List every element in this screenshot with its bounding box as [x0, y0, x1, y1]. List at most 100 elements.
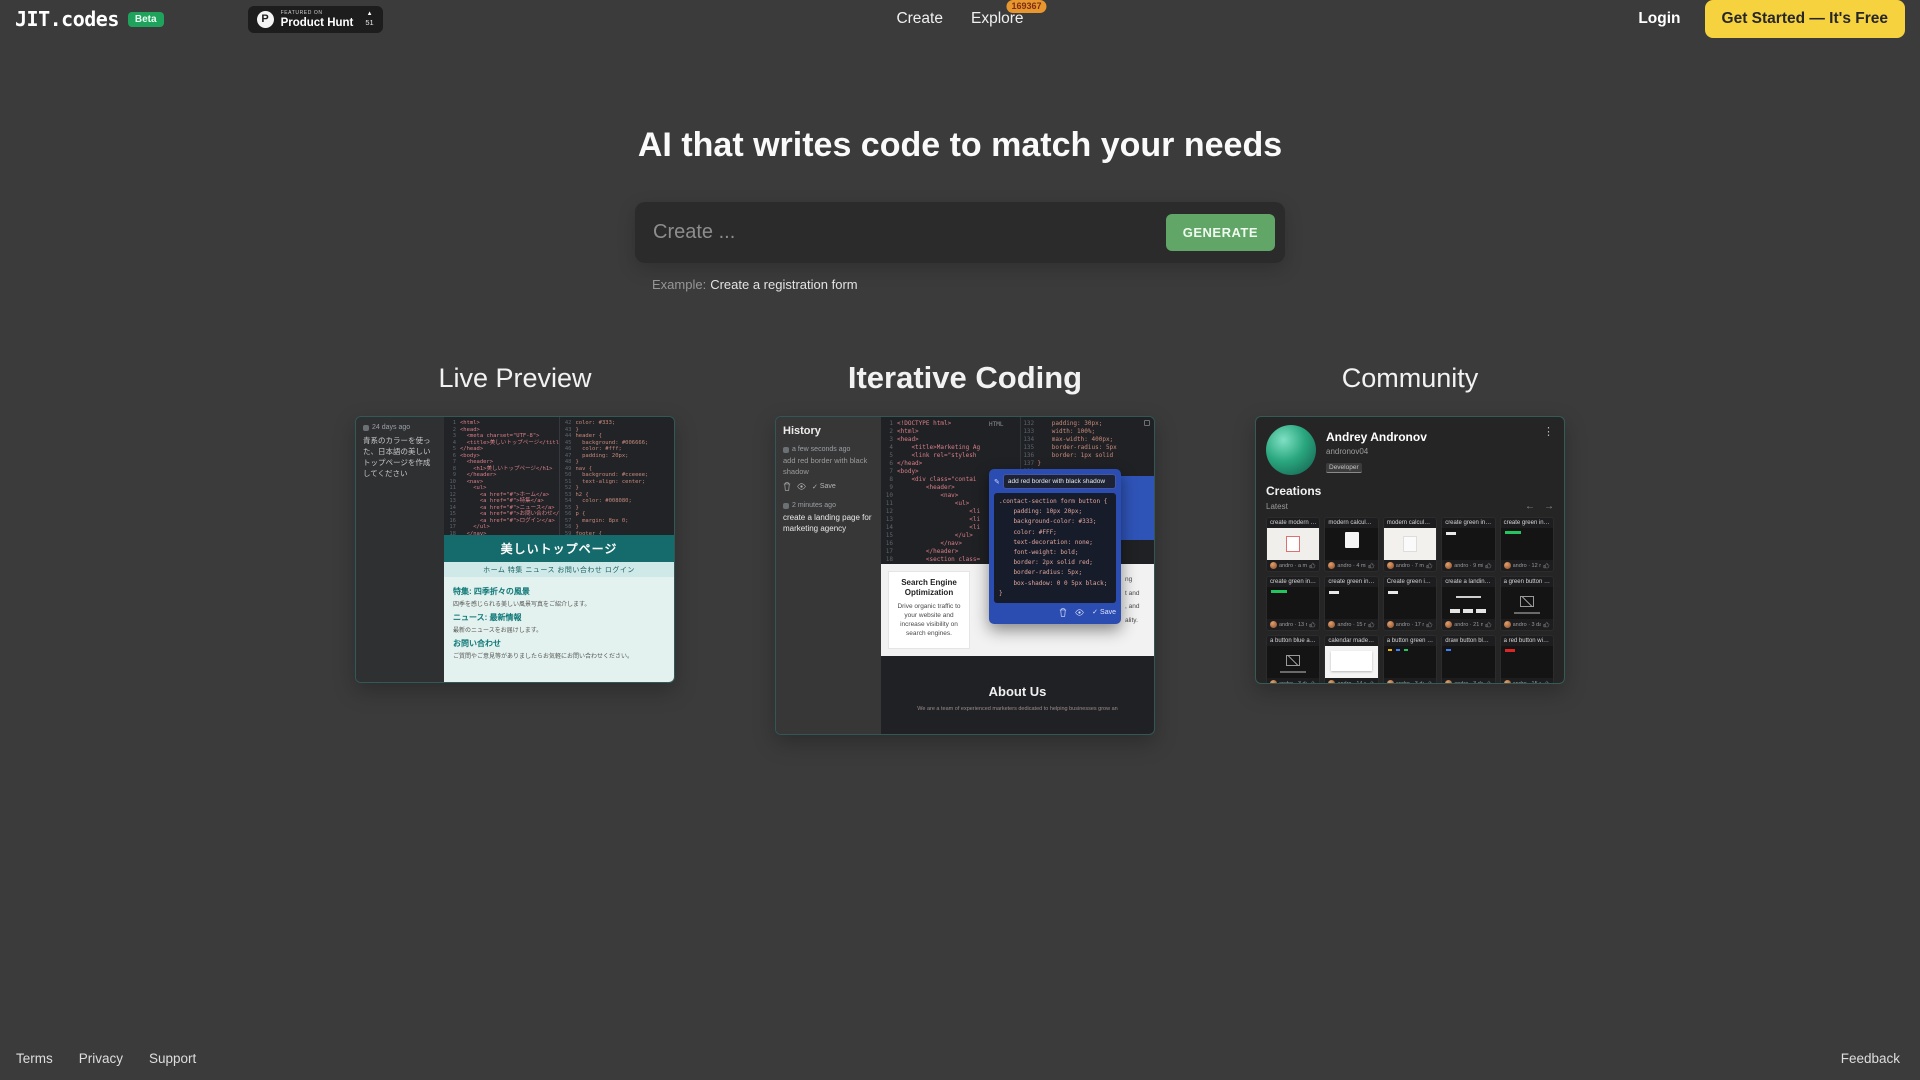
login-link[interactable]: Login — [1638, 10, 1680, 28]
creation-title: a red button with click a — [1501, 636, 1553, 646]
save-button[interactable]: ✓ Save — [812, 483, 836, 491]
avatar[interactable] — [1266, 425, 1316, 475]
prev-arrow-icon[interactable]: ← — [1525, 501, 1535, 512]
get-started-button[interactable]: Get Started — It's Free — [1705, 0, 1905, 38]
generate-button[interactable]: GENERATE — [1166, 214, 1275, 251]
creation-preview — [1442, 528, 1494, 560]
seo-card: Search Engine Optimization Drive organic… — [888, 571, 970, 649]
beta-badge: Beta — [128, 12, 164, 27]
creation-meta: andro · 3 days ago — [1396, 681, 1424, 685]
preview-page-nav: ホーム 特集 ニュース お問い合わせ ログイン — [444, 562, 674, 577]
like-icon[interactable] — [1485, 680, 1492, 684]
code-line: <a href="#">特集</a> — [444, 498, 559, 505]
creation-card[interactable]: a green button with neon andro · 3 days … — [1500, 576, 1554, 631]
like-icon[interactable] — [1485, 562, 1492, 569]
creation-preview — [1267, 587, 1319, 619]
footer-link[interactable]: Terms — [16, 1051, 53, 1066]
creation-card[interactable]: modern calculator andro · 7 minutes ago — [1383, 517, 1437, 572]
creation-card[interactable]: create modern calculator andro · a minut… — [1266, 517, 1320, 572]
history-panel: History a few seconds ago add red border… — [776, 417, 881, 734]
page-title: AI that writes code to match your needs — [0, 126, 1920, 165]
like-icon[interactable] — [1309, 680, 1316, 684]
creation-card[interactable]: modern calculator andro · 4 minutes ago — [1324, 517, 1378, 572]
footer-link[interactable]: Support — [149, 1051, 196, 1066]
preview-eye-icon[interactable] — [797, 483, 806, 490]
example-value[interactable]: Create a registration form — [710, 277, 857, 292]
avatar — [1387, 562, 1394, 569]
creation-preview — [1384, 646, 1436, 678]
footer-link[interactable]: Privacy — [79, 1051, 123, 1066]
text-fragment: ng — [1125, 573, 1151, 587]
like-icon[interactable] — [1426, 621, 1433, 628]
creation-card[interactable]: a red button with click a andro · 15 day… — [1500, 635, 1554, 684]
preview-section: お問い合わせ ご質問やご意見等がありましたらお気軽にお問い合わせください。 — [453, 638, 665, 660]
app-logo[interactable]: JIT.codes — [15, 7, 119, 31]
live-code-editor: <html><head> <meta charset="UTF-8"> <tit… — [444, 417, 674, 535]
creation-meta: andro · 14 days ago — [1337, 681, 1365, 685]
code-line: <link rel="stylesh — [881, 452, 1020, 460]
like-icon[interactable] — [1543, 680, 1550, 684]
dialog-code-block: .contact-section form button { padding: … — [994, 493, 1116, 603]
like-icon[interactable] — [1368, 621, 1375, 628]
creation-title: a button blue and click c — [1267, 636, 1319, 646]
avatar — [1270, 562, 1277, 569]
next-arrow-icon[interactable]: → — [1544, 501, 1554, 512]
product-hunt-badge[interactable]: P FEATURED ON Product Hunt ▲ 51 — [248, 6, 383, 33]
feedback-link[interactable]: Feedback — [1841, 1051, 1900, 1066]
like-icon[interactable] — [1368, 562, 1375, 569]
feature-iterative-coding: Iterative Coding History a few seconds a… — [775, 356, 1155, 735]
creation-card[interactable]: create green input andro · 13 minutes ag… — [1266, 576, 1320, 631]
creation-title: draw button blue get files — [1442, 636, 1494, 646]
html-code-column: <html><head> <meta charset="UTF-8"> <tit… — [444, 417, 559, 535]
creation-card[interactable]: a button blue and click c andro · 3 days… — [1266, 635, 1320, 684]
creation-preview — [1501, 646, 1553, 678]
creation-card[interactable]: Create green input andro · 17 minutes ag… — [1383, 576, 1437, 631]
delete-icon[interactable] — [1059, 608, 1067, 617]
main-nav: Create Explore 169367 — [896, 10, 1023, 28]
creation-card[interactable]: a button green rainbow andro · 3 days ag… — [1383, 635, 1437, 684]
like-icon[interactable] — [1368, 680, 1375, 684]
iterative-coding-screenshot: History a few seconds ago add red border… — [775, 416, 1155, 735]
feature-community: Community Andrey Andronov andronov04 Dev… — [1255, 356, 1565, 684]
creation-title: create modern calculator — [1267, 518, 1319, 528]
creation-card[interactable]: create green input andro · 12 minutes ag… — [1500, 517, 1554, 572]
delete-icon[interactable] — [783, 482, 791, 491]
history-item[interactable]: a few seconds ago add red border with bl… — [783, 446, 874, 491]
prompt-input[interactable] — [635, 221, 1166, 244]
kebab-menu-icon[interactable]: ⋮ — [1543, 425, 1554, 438]
like-icon[interactable] — [1309, 621, 1316, 628]
avatar — [1328, 621, 1335, 628]
creation-card[interactable]: create green input andro · 9 minutes ago — [1441, 517, 1495, 572]
community-screenshot: Andrey Andronov andronov04 Developer ⋮ C… — [1255, 416, 1565, 684]
code-line: border-radius: 5px — [1021, 444, 1154, 452]
header-actions: Login Get Started — It's Free — [1638, 0, 1905, 38]
creation-meta: andro · 9 minutes ago — [1454, 563, 1482, 569]
like-icon[interactable] — [1543, 562, 1550, 569]
code-line: padding: 10px 20px; — [999, 507, 1111, 517]
creation-meta: andro · 7 minutes ago — [1396, 563, 1424, 569]
creation-card[interactable]: create a landing page for andro · 21 min… — [1441, 576, 1495, 631]
code-line: padding: 30px; — [1021, 420, 1154, 428]
live-history-sidebar: 24 days ago 青系のカラーを使った、日本語の美しいトップページを作成し… — [356, 417, 444, 682]
text-fragment: t and — [1125, 587, 1151, 601]
history-item[interactable]: 2 minutes ago create a landing page for … — [783, 502, 874, 534]
preview-eye-icon[interactable] — [1075, 609, 1084, 616]
dialog-prompt-input[interactable]: add red border with black shadow — [1003, 474, 1116, 489]
creation-card[interactable]: calendar made in with of andro · 14 days… — [1324, 635, 1378, 684]
like-icon[interactable] — [1426, 562, 1433, 569]
upvote-icon[interactable]: ▲ — [367, 11, 373, 17]
creation-title: create green input — [1501, 518, 1553, 528]
creation-meta: andro · 13 minutes ago — [1279, 622, 1307, 628]
nav-create[interactable]: Create — [896, 10, 943, 28]
history-item-prompt: 青系のカラーを使った、日本語の美しいトップページを作成してください — [363, 436, 437, 480]
creation-card[interactable]: draw button blue get files andro · 3 day… — [1441, 635, 1495, 684]
editor-action-icon[interactable] — [1144, 420, 1150, 426]
creation-card[interactable]: create green input andro · 15 minutes ag… — [1324, 576, 1378, 631]
like-icon[interactable] — [1485, 621, 1492, 628]
save-button[interactable]: ✓ Save — [1092, 608, 1116, 616]
creation-title: a green button with neon — [1501, 577, 1553, 587]
like-icon[interactable] — [1309, 562, 1316, 569]
like-icon[interactable] — [1426, 680, 1433, 684]
creation-title: create green input — [1442, 518, 1494, 528]
like-icon[interactable] — [1543, 621, 1550, 628]
